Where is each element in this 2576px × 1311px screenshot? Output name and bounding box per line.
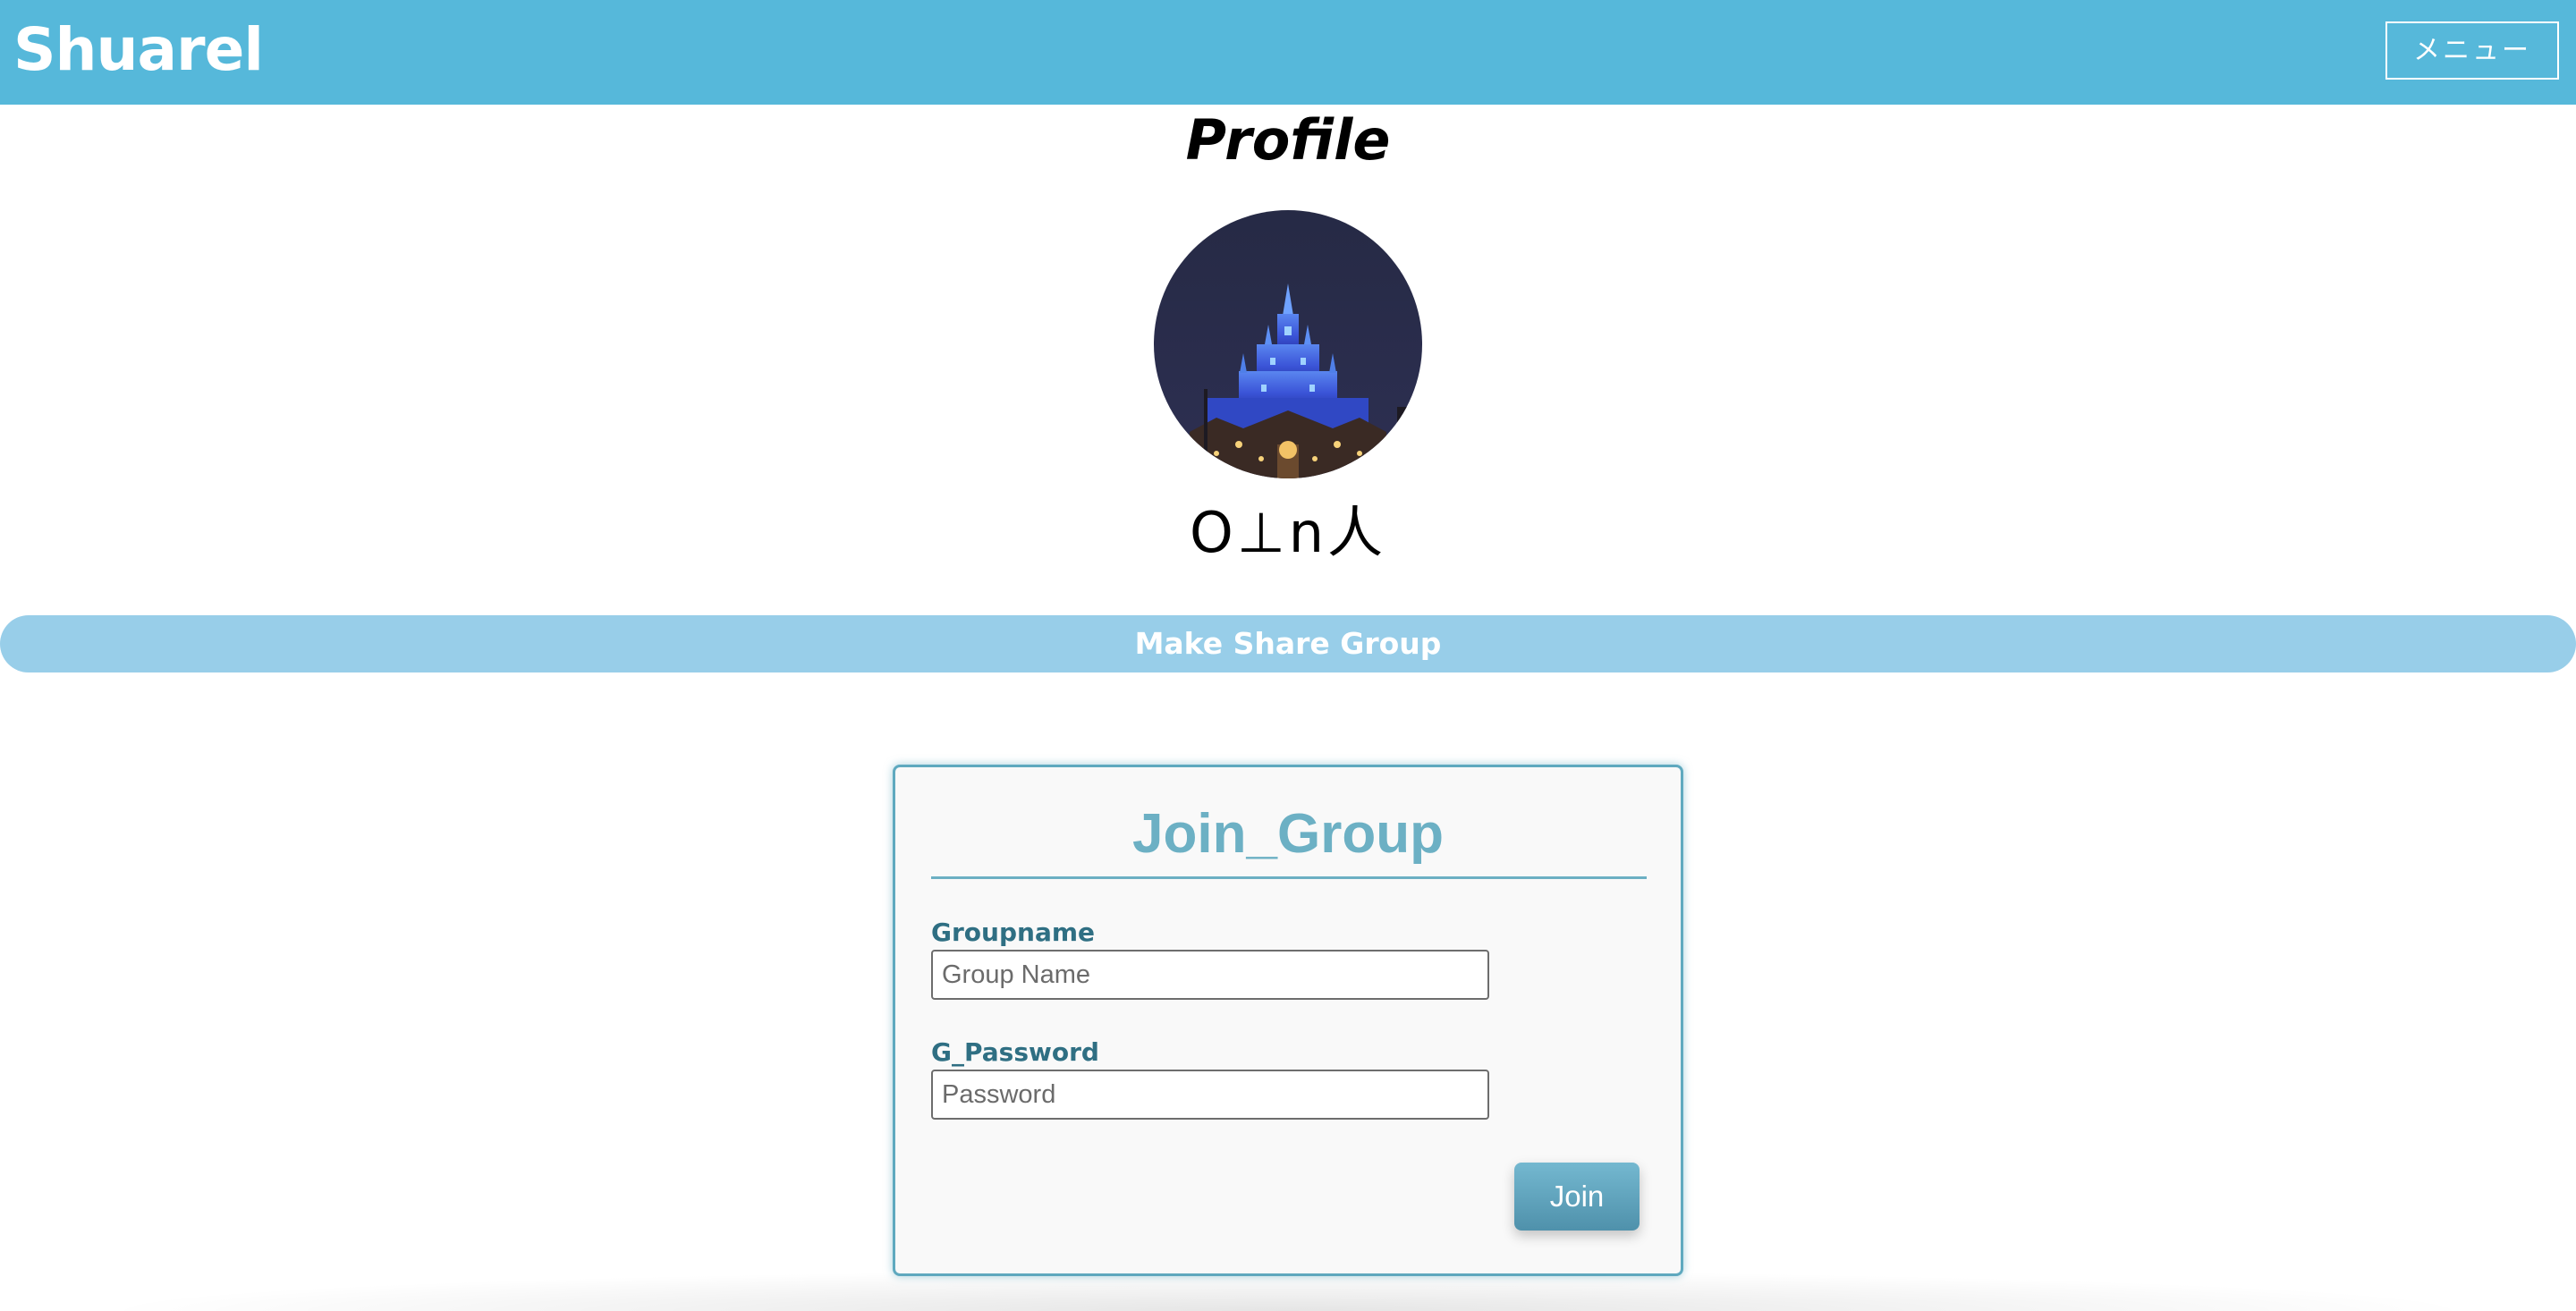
menu-button[interactable]: メニュー (2385, 21, 2559, 80)
password-label: G_Password (931, 1037, 1099, 1067)
groupname-label: Groupname (931, 918, 1095, 947)
make-share-group-button[interactable]: Make Share Group (0, 615, 2576, 672)
groupname-input[interactable] (931, 950, 1489, 1000)
password-input[interactable] (931, 1070, 1489, 1120)
title-divider (931, 876, 1647, 879)
castle-avatar-image (1154, 210, 1422, 478)
page-title: Profile (1185, 107, 1391, 173)
avatar (1154, 210, 1422, 478)
top-header: Shuarel メニュー (0, 0, 2576, 105)
footer-shadow (89, 1270, 2487, 1311)
username: O⊥n人 (1189, 500, 1387, 565)
join-group-card: Join_Group Groupname G_Password Join (893, 765, 1683, 1276)
brand-logo[interactable]: Shuarel (13, 13, 264, 88)
join-group-title: Join_Group (1132, 803, 1444, 865)
join-button[interactable]: Join (1514, 1163, 1640, 1231)
